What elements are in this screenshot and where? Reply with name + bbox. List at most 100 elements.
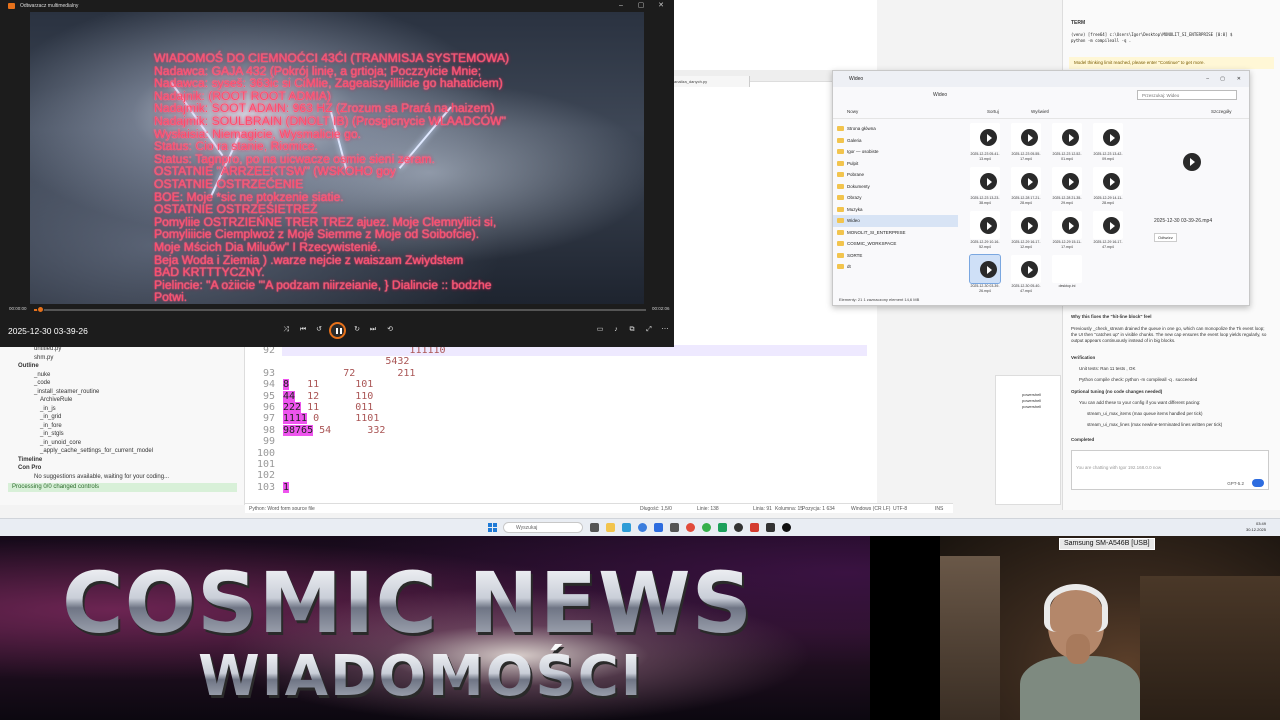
editor-tab[interactable]: analiza_danych.py: [670, 76, 750, 87]
outline-item[interactable]: No suggestions available, waiting for yo…: [0, 473, 245, 482]
terminal-tab[interactable]: powershell: [1022, 398, 1041, 403]
outline-item[interactable]: _in_js: [0, 405, 245, 414]
file-thumbnail[interactable]: 2025-12-28 21-35-29.mp4: [1048, 167, 1086, 209]
file-thumbnail[interactable]: 2025-12-23 13-23-38.mp4: [966, 167, 1004, 209]
outline-item[interactable]: shm.py: [0, 354, 245, 363]
outline-item[interactable]: _nuke: [0, 371, 245, 380]
explorer-search[interactable]: Przeszukaj: Wideo: [1137, 90, 1237, 100]
new-button[interactable]: Nowy: [847, 105, 858, 119]
outline-item[interactable]: _install_steamer_routine: [0, 388, 245, 397]
app-icon[interactable]: [654, 523, 663, 532]
nav-item[interactable]: Dokumenty: [833, 181, 958, 193]
outline-item[interactable]: Con Pro: [0, 464, 245, 473]
shuffle-icon[interactable]: ⤨: [281, 325, 291, 335]
details-button[interactable]: Szczegóły: [1211, 105, 1232, 119]
outline-item[interactable]: Outline: [0, 362, 245, 371]
forward-icon[interactable]: ↻: [352, 325, 362, 335]
model-selector[interactable]: GPT-5.2: [1227, 481, 1244, 486]
previous-icon[interactable]: ⏮: [298, 325, 308, 335]
file-thumbnail[interactable]: 2025-12-29 14-11-28.mp4: [1089, 167, 1127, 209]
maximize-icon[interactable]: ▢: [1220, 71, 1225, 87]
rewind-icon[interactable]: ↺: [314, 325, 324, 335]
media-player-icon[interactable]: [782, 523, 791, 532]
sort-button[interactable]: Sortuj: [987, 105, 999, 119]
nav-item[interactable]: Obrazy: [833, 192, 958, 204]
file-thumbnail[interactable]: 2025-12-28 17-21-28.mp4: [1007, 167, 1045, 209]
play-icon: [1103, 173, 1120, 190]
seek-bar[interactable]: [34, 306, 646, 313]
app-icon[interactable]: [750, 523, 759, 532]
app-icon[interactable]: [702, 523, 711, 532]
nav-item[interactable]: MONOLIT_SI_ENTERPRISE: [833, 227, 958, 239]
close-icon[interactable]: ✕: [1237, 71, 1241, 87]
task-view-icon[interactable]: [590, 523, 599, 532]
app-icon[interactable]: [670, 523, 679, 532]
chat-input[interactable]: You are chatting with Igor 192.168.0.0 n…: [1071, 450, 1269, 490]
pause-button[interactable]: [329, 322, 346, 339]
file-thumbnail[interactable]: 2025-12-29 10-16-52.mp4: [966, 211, 1004, 253]
minimize-icon[interactable]: –: [1206, 71, 1209, 87]
thumbnail-frame: [1011, 255, 1041, 283]
outline-item[interactable]: _in_fore: [0, 422, 245, 431]
obs-icon[interactable]: [734, 523, 743, 532]
start-icon[interactable]: [488, 523, 497, 532]
more-options-icon[interactable]: ⋯: [660, 325, 670, 335]
nav-item[interactable]: Galeria: [833, 135, 958, 147]
outline-item[interactable]: _in_grid: [0, 413, 245, 422]
file-thumbnail[interactable]: 2025-12-23 05-55-17.mp4: [1007, 123, 1045, 165]
outline-item[interactable]: _apply_cache_settings_for_current_model: [0, 447, 245, 456]
file-thumbnail[interactable]: 2025-12-23 12-52-01.mp4: [1048, 123, 1086, 165]
nav-item[interactable]: Pulpit: [833, 158, 958, 170]
edge-icon[interactable]: [622, 523, 631, 532]
volume-icon[interactable]: ♪: [611, 325, 621, 335]
aspect-icon[interactable]: ▭: [595, 325, 605, 335]
overlay-line: Nadajmik: SOULBRAIN (DNOLT IB) (Prosgicn…: [154, 113, 506, 128]
outline-item[interactable]: _code: [0, 379, 245, 388]
terminal-tab[interactable]: powershell: [1022, 404, 1041, 409]
outline-item[interactable]: _in_unoid_core: [0, 439, 245, 448]
system-clock[interactable]: 03:49 30.12.2025: [1246, 521, 1266, 533]
open-button[interactable]: Odtwórz: [1154, 233, 1177, 242]
nav-item[interactable]: Muzyka: [833, 204, 958, 216]
outline-item[interactable]: ArchiveRule: [0, 396, 245, 405]
file-thumbnail[interactable]: 2025-12-29 15-11-17.mp4: [1048, 211, 1086, 253]
file-thumbnail[interactable]: 2025-12-23 13-42-09.mp4: [1089, 123, 1127, 165]
file-thumbnail[interactable]: 2025-12-30 05-40-47.mp4: [1007, 255, 1045, 297]
maximize-icon[interactable]: ▢: [636, 0, 646, 12]
video-frame[interactable]: WIADOMOŚ DO CIEMNOĆCI 43ĆI (TRANMISJA SY…: [30, 12, 644, 304]
outline-item[interactable]: _in_stgls: [0, 430, 245, 439]
repeat-icon[interactable]: ⟲: [385, 325, 395, 335]
nav-item[interactable]: COSMIC_WORKSPACE: [833, 238, 958, 250]
file-thumbnail[interactable]: 2025-12-23 05-41-13.mp4: [966, 123, 1004, 165]
next-icon[interactable]: ⏭: [368, 325, 378, 335]
bullet: Unit tests: Ran 11 tests , OK: [1079, 366, 1136, 371]
folder-icon[interactable]: [606, 523, 615, 532]
overlay-line: Nadawca: syseš: 363ic si CiMlie, Zageais…: [154, 76, 503, 91]
app-icon[interactable]: [718, 523, 727, 532]
fullscreen-icon[interactable]: ⤢: [644, 325, 654, 335]
brave-icon[interactable]: [686, 523, 695, 532]
nav-item[interactable]: Strona główna: [833, 123, 958, 135]
terminal-tab[interactable]: powershell: [1022, 392, 1041, 397]
outline-item[interactable]: Timeline: [0, 456, 245, 465]
app-icon[interactable]: [766, 523, 775, 532]
taskbar-search[interactable]: Wyszukaj: [503, 522, 583, 533]
seek-handle[interactable]: [37, 306, 45, 313]
folder-icon: [837, 160, 844, 166]
nav-item[interactable]: Pobrane: [833, 169, 958, 181]
file-thumbnail[interactable]: 2025-12-29 16-17-12.mp4: [1007, 211, 1045, 253]
file-thumbnail[interactable]: 2025-12-29 16-17-47.mp4: [1089, 211, 1127, 253]
browser-icon[interactable]: [638, 523, 647, 532]
nav-item[interactable]: dt: [833, 261, 958, 273]
cast-icon[interactable]: ⧉: [627, 325, 637, 335]
file-thumbnail[interactable]: desktop.ini: [1048, 255, 1086, 297]
send-button[interactable]: [1252, 479, 1264, 487]
view-button[interactable]: Wyświetl: [1031, 105, 1049, 119]
nav-item[interactable]: SORTE: [833, 250, 958, 262]
minimize-icon[interactable]: –: [616, 0, 626, 12]
file-thumbnail[interactable]: 2025-12-30 03-39-26.mp4: [966, 254, 1004, 297]
close-icon[interactable]: ✕: [656, 0, 666, 12]
nav-item[interactable]: Igor — osobiste: [833, 146, 958, 158]
nav-item[interactable]: Wideo: [833, 215, 958, 227]
file-explorer-window: Wideo ✕ ▢ – Wideo Przeszukaj: Wideo Nowy…: [832, 70, 1250, 306]
